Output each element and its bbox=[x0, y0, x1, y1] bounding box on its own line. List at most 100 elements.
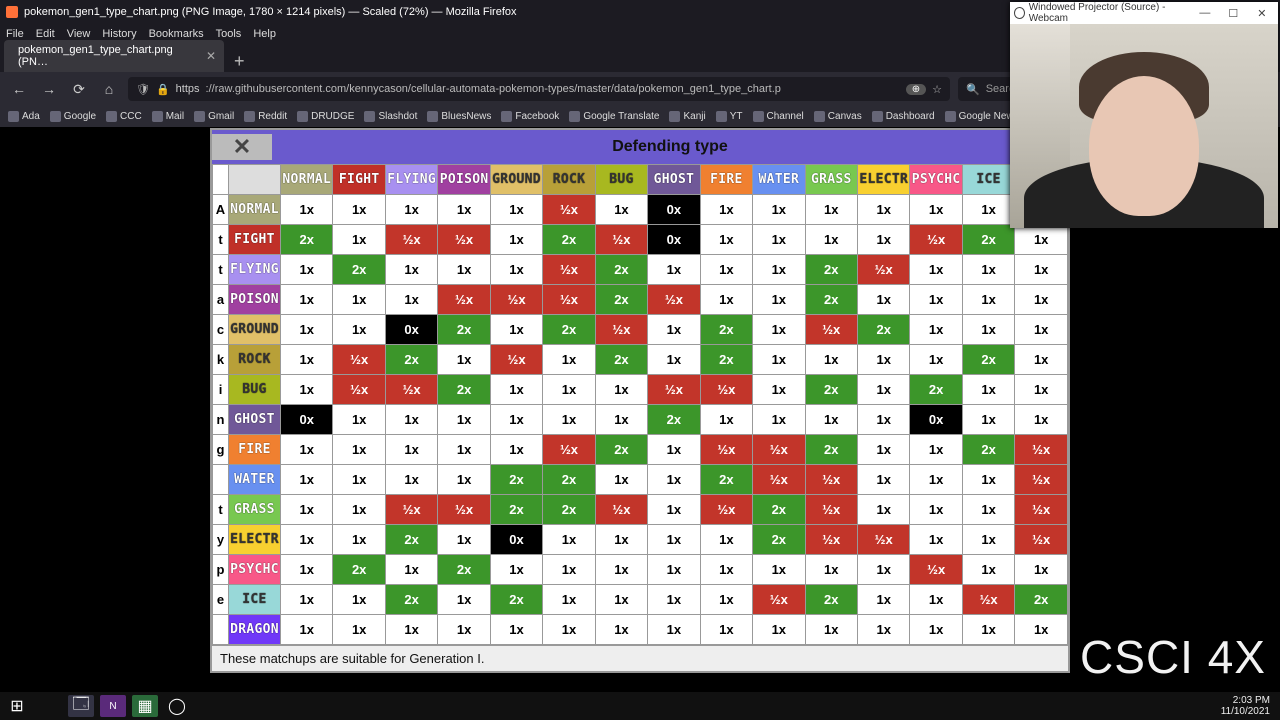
home-button[interactable]: ⌂ bbox=[98, 78, 120, 100]
zoom-badge[interactable]: ⊕ bbox=[906, 84, 926, 95]
clock-time: 2:03 PM bbox=[1221, 695, 1270, 706]
menu-bookmarks[interactable]: Bookmarks bbox=[149, 28, 204, 40]
bookmark-dashboard[interactable]: Dashboard bbox=[872, 111, 935, 122]
cell-water-vs-rock: 2x bbox=[543, 465, 595, 495]
close-button[interactable]: ✕ bbox=[1250, 7, 1274, 20]
attacking-label-char: n bbox=[213, 405, 229, 435]
cell-rock-vs-ghost: 1x bbox=[648, 345, 700, 375]
cell-bug-vs-flying: ½x bbox=[385, 375, 437, 405]
cell-flying-vs-fight: 2x bbox=[333, 255, 385, 285]
url-scheme: https bbox=[176, 83, 200, 95]
corner-cell bbox=[213, 165, 229, 195]
bookmark-icon bbox=[8, 111, 19, 122]
address-bar[interactable]: 🛡 🔒 https ://raw.githubusercontent.com/k… bbox=[128, 77, 950, 101]
cell-psychc-vs-ice: 1x bbox=[962, 555, 1014, 585]
minimize-button[interactable]: — bbox=[1193, 7, 1217, 19]
browser-tab[interactable]: pokemon_gen1_type_chart.png (PN… ✕ bbox=[4, 40, 224, 72]
cell-ghost-vs-water: 1x bbox=[753, 405, 805, 435]
menu-history[interactable]: History bbox=[102, 28, 136, 40]
cell-fight-vs-grass: 1x bbox=[805, 225, 857, 255]
bookmark-kanji[interactable]: Kanji bbox=[669, 111, 705, 122]
type-chart-image[interactable]: ✕ Defending type NORMALFIGHTFLYINGPOISON… bbox=[210, 128, 1070, 673]
bookmark-yt[interactable]: YT bbox=[716, 111, 743, 122]
col-grass: GRASS bbox=[805, 165, 857, 195]
menu-file[interactable]: File bbox=[6, 28, 24, 40]
cell-fight-vs-ground: 1x bbox=[490, 225, 542, 255]
taskbar-app-2[interactable]: N bbox=[100, 695, 126, 717]
cell-poison-vs-psychc: 1x bbox=[910, 285, 962, 315]
taskbar-obs[interactable]: ◯ bbox=[164, 695, 190, 717]
cell-grass-vs-fight: 1x bbox=[333, 495, 385, 525]
system-clock[interactable]: 2:03 PM 11/10/2021 bbox=[1215, 695, 1276, 717]
col-ground: GROUND bbox=[490, 165, 542, 195]
taskbar-app-1[interactable]: 🗔 bbox=[68, 695, 94, 717]
bookmark-bluesnews[interactable]: BluesNews bbox=[427, 111, 491, 122]
attacking-label-char: g bbox=[213, 435, 229, 465]
cell-ghost-vs-psychc: 0x bbox=[910, 405, 962, 435]
bookmark-icon bbox=[569, 111, 580, 122]
start-button[interactable]: ⊞ bbox=[4, 695, 30, 717]
cell-fire-vs-grass: 2x bbox=[805, 435, 857, 465]
webcam-title: Windowed Projector (Source) - Webcam bbox=[1029, 2, 1185, 24]
cell-ground-vs-fight: 1x bbox=[333, 315, 385, 345]
cell-poison-vs-ice: 1x bbox=[962, 285, 1014, 315]
attacking-label-char: A bbox=[213, 195, 229, 225]
zoom-out-icon: ✕ bbox=[212, 134, 272, 160]
cell-poison-vs-flying: 1x bbox=[385, 285, 437, 315]
reload-button[interactable]: ⟳ bbox=[68, 78, 90, 100]
bookmark-google-news[interactable]: Google News bbox=[945, 111, 1019, 122]
bookmark-ada[interactable]: Ada bbox=[8, 111, 40, 122]
cell-bug-vs-?: 1x bbox=[1015, 375, 1068, 405]
cell-electr-vs-ice: 1x bbox=[962, 525, 1014, 555]
bookmark-gmail[interactable]: Gmail bbox=[194, 111, 234, 122]
cell-rock-vs-electr: 1x bbox=[857, 345, 909, 375]
attacking-label-char: t bbox=[213, 255, 229, 285]
cell-ground-vs-psychc: 1x bbox=[910, 315, 962, 345]
cell-dragon-vs-ghost: 1x bbox=[648, 615, 700, 645]
taskbar-app-3[interactable]: ▦ bbox=[132, 695, 158, 717]
menu-help[interactable]: Help bbox=[253, 28, 276, 40]
chart-header: ✕ Defending type bbox=[212, 130, 1068, 164]
cell-ice-vs-bug: 1x bbox=[595, 585, 647, 615]
close-icon[interactable]: ✕ bbox=[206, 49, 216, 63]
cell-fight-vs-rock: 2x bbox=[543, 225, 595, 255]
cell-bug-vs-electr: 1x bbox=[857, 375, 909, 405]
cell-fight-vs-fire: 1x bbox=[700, 225, 752, 255]
new-tab-button[interactable]: + bbox=[228, 51, 251, 72]
forward-button[interactable]: → bbox=[38, 78, 60, 100]
cell-rock-vs-?: 1x bbox=[1015, 345, 1068, 375]
star-icon[interactable]: ☆ bbox=[932, 83, 942, 96]
cell-rock-vs-poison: 1x bbox=[438, 345, 490, 375]
back-button[interactable]: ← bbox=[8, 78, 30, 100]
row-water: WATER bbox=[229, 465, 281, 495]
bookmark-slashdot[interactable]: Slashdot bbox=[364, 111, 417, 122]
cell-flying-vs-psychc: 1x bbox=[910, 255, 962, 285]
bookmark-google[interactable]: Google bbox=[50, 111, 96, 122]
bookmark-icon bbox=[194, 111, 205, 122]
cell-psychc-vs-ground: 1x bbox=[490, 555, 542, 585]
taskbar-firefox[interactable] bbox=[36, 695, 62, 717]
menu-edit[interactable]: Edit bbox=[36, 28, 55, 40]
bookmark-channel[interactable]: Channel bbox=[753, 111, 804, 122]
bookmark-icon bbox=[872, 111, 883, 122]
bookmark-ccc[interactable]: CCC bbox=[106, 111, 142, 122]
bookmark-canvas[interactable]: Canvas bbox=[814, 111, 862, 122]
cell-ground-vs-poison: 2x bbox=[438, 315, 490, 345]
menu-tools[interactable]: Tools bbox=[216, 28, 242, 40]
cell-grass-vs-ghost: 1x bbox=[648, 495, 700, 525]
bookmark-mail[interactable]: Mail bbox=[152, 111, 184, 122]
cell-normal-vs-rock: ½x bbox=[543, 195, 595, 225]
bookmark-drudge[interactable]: DRUDGE bbox=[297, 111, 354, 122]
bookmark-reddit[interactable]: Reddit bbox=[244, 111, 287, 122]
webcam-window[interactable]: Windowed Projector (Source) - Webcam — ☐… bbox=[1010, 2, 1278, 228]
attacking-label-char: y bbox=[213, 525, 229, 555]
cell-fight-vs-poison: ½x bbox=[438, 225, 490, 255]
bookmark-facebook[interactable]: Facebook bbox=[501, 111, 559, 122]
bookmark-google-translate[interactable]: Google Translate bbox=[569, 111, 659, 122]
cell-dragon-vs-grass: 1x bbox=[805, 615, 857, 645]
menu-view[interactable]: View bbox=[67, 28, 91, 40]
maximize-button[interactable]: ☐ bbox=[1221, 7, 1245, 20]
cell-ghost-vs-ghost: 2x bbox=[648, 405, 700, 435]
col-bug: BUG bbox=[595, 165, 647, 195]
cell-ground-vs-grass: ½x bbox=[805, 315, 857, 345]
